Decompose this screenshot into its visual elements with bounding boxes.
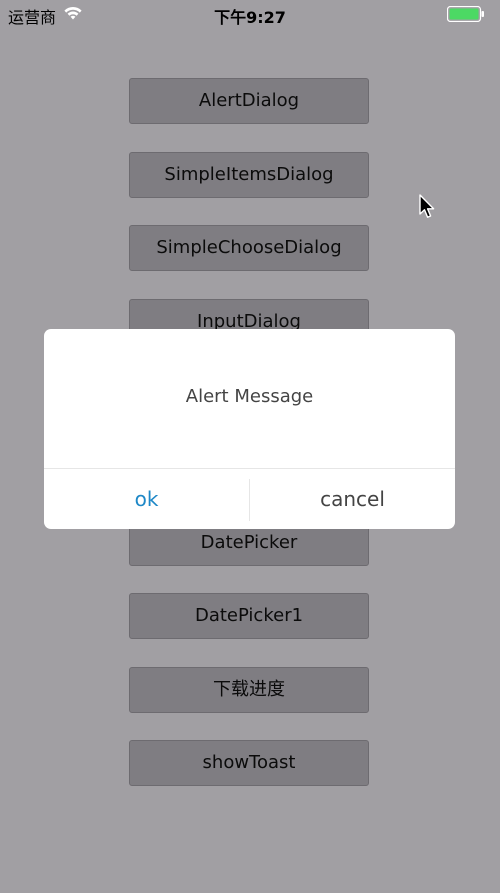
download-progress-button[interactable]: 下载进度	[129, 667, 369, 713]
simple-choose-dialog-button[interactable]: SimpleChooseDialog	[129, 225, 369, 271]
simple-items-dialog-button[interactable]: SimpleItemsDialog	[129, 152, 369, 198]
date-picker1-button[interactable]: DatePicker1	[129, 593, 369, 639]
battery-icon	[447, 6, 484, 22]
show-toast-button[interactable]: showToast	[129, 740, 369, 786]
alert-dialog: Alert Message ok cancel	[44, 329, 455, 529]
dialog-message: Alert Message	[185, 386, 314, 407]
cancel-button[interactable]: cancel	[250, 469, 455, 529]
alert-dialog-button[interactable]: AlertDialog	[129, 78, 369, 124]
ok-button[interactable]: ok	[44, 469, 249, 529]
status-time: 下午9:27	[214, 8, 286, 27]
mouse-cursor-icon	[419, 194, 435, 218]
status-bar: 运营商 下午9:27	[0, 0, 500, 28]
